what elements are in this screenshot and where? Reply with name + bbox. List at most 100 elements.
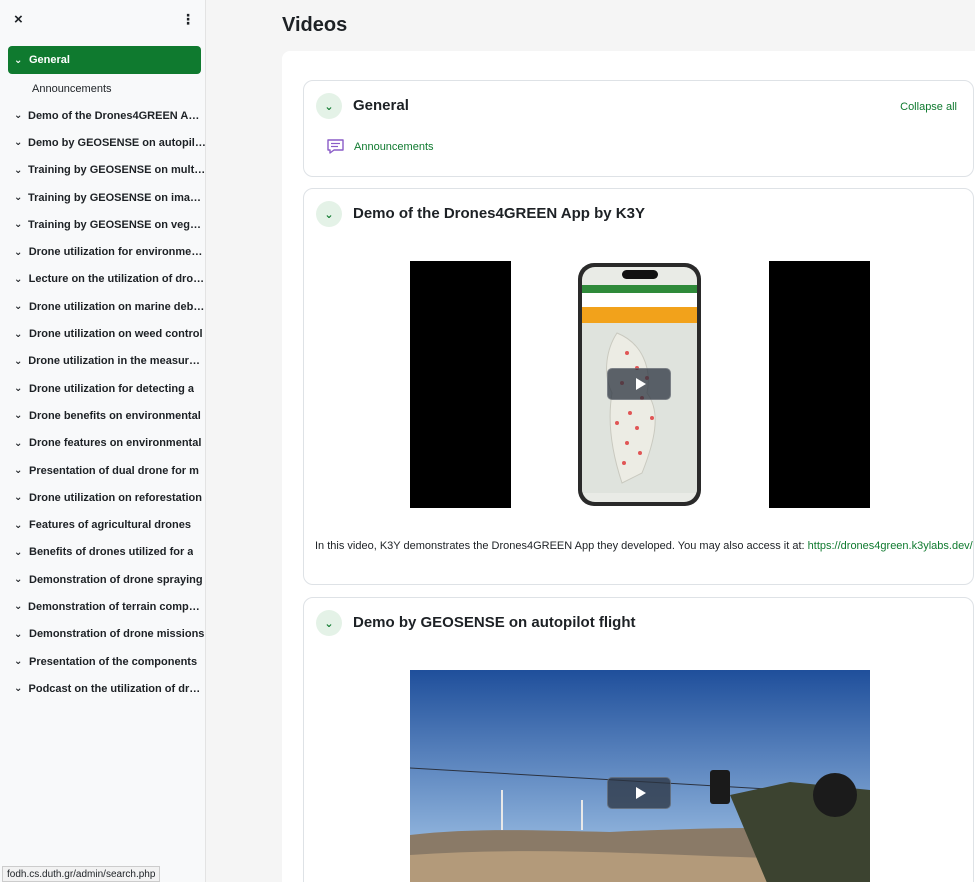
course-index-section-item[interactable]: ⌄ Drone utilization in the measurement	[0, 348, 206, 375]
status-bar-url: fodh.cs.duth.gr/admin/search.php	[2, 866, 161, 882]
course-index-section-label: Presentation of dual drone for m	[29, 464, 199, 477]
course-content: ⌄ General Collapse all Announcements ⌄ D…	[282, 51, 975, 882]
chevron-down-icon[interactable]: ⌄	[316, 610, 342, 636]
course-index: ⌄ General Announcements ⌄ Demo of the Dro…	[0, 46, 206, 703]
chevron-down-icon[interactable]: ⌄	[14, 683, 24, 694]
course-index-section-item[interactable]: ⌄ Training by GEOSENSE on image processin…	[0, 184, 206, 211]
course-index-section-label: Training by GEOSENSE on multispectral	[28, 164, 206, 177]
chevron-down-icon[interactable]: ⌄	[14, 165, 23, 176]
chevron-down-icon[interactable]: ⌄	[14, 629, 24, 640]
video-thumbnail	[410, 670, 870, 882]
chevron-down-icon[interactable]: ⌄	[14, 438, 24, 449]
section-demo-geosense: ⌄ Demo by GEOSENSE on autopilot flight	[303, 597, 974, 882]
close-icon[interactable]: ×	[14, 11, 23, 28]
course-index-section-item[interactable]: ⌄ Demo by GEOSENSE on autopilot flight	[0, 129, 206, 156]
course-index-drawer: × ⋮ ⌄ General Announcements ⌄ Demo of the…	[0, 0, 206, 882]
chevron-down-icon[interactable]: ⌄	[14, 329, 24, 340]
course-index-section-label: Presentation of the components	[29, 655, 198, 668]
course-index-section-item[interactable]: ⌄ Presentation of dual drone for m	[0, 457, 206, 484]
course-index-section-label: Demo by GEOSENSE on autopilot flight	[28, 136, 206, 149]
course-index-section-label: Drone benefits on environmental	[29, 409, 201, 422]
play-icon	[635, 787, 646, 799]
activity-announcements[interactable]: Announcements	[326, 138, 434, 155]
course-index-section-label: Demonstration of drone missions	[29, 628, 205, 641]
course-index-section-label: Lecture on the utilization of drones	[28, 273, 206, 286]
chevron-down-icon[interactable]: ⌄	[14, 301, 24, 312]
course-index-section-label: Drone utilization in the measurement	[28, 355, 206, 368]
drawer-header: × ⋮	[0, 0, 205, 40]
chevron-down-icon[interactable]: ⌄	[14, 656, 24, 667]
video-player[interactable]	[410, 670, 870, 882]
chevron-down-icon[interactable]: ⌄	[14, 601, 23, 612]
chevron-down-icon[interactable]: ⌄	[14, 410, 24, 421]
course-index-section-label: Training by GEOSENSE on vegetation	[28, 218, 206, 231]
course-index-item-announcements[interactable]: Announcements	[0, 76, 206, 102]
course-index-section-item[interactable]: ⌄ Demonstration of terrain computation	[0, 593, 206, 620]
course-index-section-item[interactable]: ⌄ Drone utilization on weed control	[0, 320, 206, 347]
course-index-section-label: Demonstration of drone spraying	[29, 573, 203, 586]
course-index-section-item[interactable]: ⌄ Demo of the Drones4GREEN App by K3Y	[0, 102, 206, 129]
forum-icon	[326, 138, 345, 155]
chevron-down-icon[interactable]: ⌄	[14, 274, 24, 285]
section-title: General	[353, 97, 409, 114]
section-title: Demo of the Drones4GREEN App by K3Y	[353, 205, 645, 222]
chevron-down-icon[interactable]: ⌄	[14, 492, 24, 503]
chevron-down-icon[interactable]: ⌄	[14, 520, 24, 531]
course-index-section-general[interactable]: ⌄ General	[8, 46, 201, 74]
section-title: Demo by GEOSENSE on autopilot flight	[353, 614, 636, 631]
course-index-section-label: Demonstration of terrain computation	[28, 600, 206, 613]
course-index-item-label: Announcements	[32, 83, 112, 95]
course-index-section-item[interactable]: ⌄ Demonstration of drone missions	[0, 621, 206, 648]
chevron-down-icon[interactable]: ⌄	[14, 247, 24, 258]
chevron-down-icon[interactable]: ⌄	[14, 137, 23, 148]
course-index-section-item[interactable]: ⌄ Drone features on environmental	[0, 430, 206, 457]
course-index-section-item[interactable]: ⌄ Features of agricultural drones	[0, 511, 206, 538]
course-index-section-label: Drone utilization on weed control	[29, 328, 203, 341]
course-index-section-label: Demo of the Drones4GREEN App by K3Y	[28, 109, 206, 122]
chevron-down-icon[interactable]: ⌄	[14, 192, 23, 203]
course-index-section-item[interactable]: ⌄ Training by GEOSENSE on multispectral	[0, 157, 206, 184]
drones4green-link[interactable]: https://drones4green.k3ylabs.dev/	[808, 540, 973, 552]
course-index-section-item[interactable]: ⌄ Lecture on the utilization of drones	[0, 266, 206, 293]
section-description: In this video, K3Y demonstrates the Dron…	[315, 540, 973, 552]
course-index-section-label: Podcast on the utilization of drones	[28, 682, 206, 695]
chevron-down-icon[interactable]: ⌄	[14, 356, 23, 367]
activity-label: Announcements	[354, 140, 434, 153]
play-button[interactable]	[607, 368, 671, 400]
collapse-all-link[interactable]: Collapse all	[900, 101, 957, 113]
chevron-down-icon[interactable]: ⌄	[316, 201, 342, 227]
chevron-down-icon[interactable]: ⌄	[316, 93, 342, 119]
course-index-sections: ⌄ Demo of the Drones4GREEN App by K3Y ⌄ Dem…	[0, 102, 206, 703]
course-index-section-item[interactable]: ⌄ Drone benefits on environmental	[0, 402, 206, 429]
chevron-down-icon[interactable]: ⌄	[14, 110, 23, 121]
course-index-section-label: Drone utilization on marine debris	[28, 300, 206, 313]
chevron-down-icon[interactable]: ⌄	[14, 55, 24, 66]
section-general: ⌄ General Collapse all Announcements	[303, 80, 974, 177]
course-index-section-item[interactable]: ⌄ Training by GEOSENSE on vegetation	[0, 211, 206, 238]
course-index-section-label: Training by GEOSENSE on image processing	[28, 191, 206, 204]
course-index-section-label: Drone utilization for environmental	[28, 246, 206, 259]
course-index-section-label: Drone utilization for detecting a	[29, 382, 195, 395]
play-button[interactable]	[607, 777, 671, 809]
course-index-section-item[interactable]: ⌄ Drone utilization on reforestation	[0, 484, 206, 511]
course-index-section-label: General	[29, 54, 70, 66]
course-index-section-item[interactable]: ⌄ Benefits of drones utilized for a	[0, 539, 206, 566]
course-index-section-item[interactable]: ⌄ Drone utilization for environmental	[0, 238, 206, 265]
chevron-down-icon[interactable]: ⌄	[14, 574, 24, 585]
chevron-down-icon[interactable]: ⌄	[14, 465, 24, 476]
section-demo-drones4green: ⌄ Demo of the Drones4GREEN App by K3Y In…	[303, 188, 974, 585]
chevron-down-icon[interactable]: ⌄	[14, 219, 23, 230]
course-index-section-label: Drone utilization on reforestation	[29, 491, 202, 504]
kebab-menu-icon[interactable]: ⋮	[181, 11, 195, 28]
course-index-section-item[interactable]: ⌄ Drone utilization for detecting a	[0, 375, 206, 402]
video-player[interactable]	[410, 261, 870, 508]
course-index-section-item[interactable]: ⌄ Podcast on the utilization of drones	[0, 675, 206, 702]
course-index-section-item[interactable]: ⌄ Demonstration of drone spraying	[0, 566, 206, 593]
description-text: In this video, K3Y demonstrates the Dron…	[315, 540, 808, 552]
course-index-section-label: Benefits of drones utilized for a	[29, 546, 194, 559]
course-index-section-item[interactable]: ⌄ Presentation of the components	[0, 648, 206, 675]
chevron-down-icon[interactable]: ⌄	[14, 547, 24, 558]
chevron-down-icon[interactable]: ⌄	[14, 383, 24, 394]
page-title: Videos	[282, 14, 348, 36]
course-index-section-item[interactable]: ⌄ Drone utilization on marine debris	[0, 293, 206, 320]
